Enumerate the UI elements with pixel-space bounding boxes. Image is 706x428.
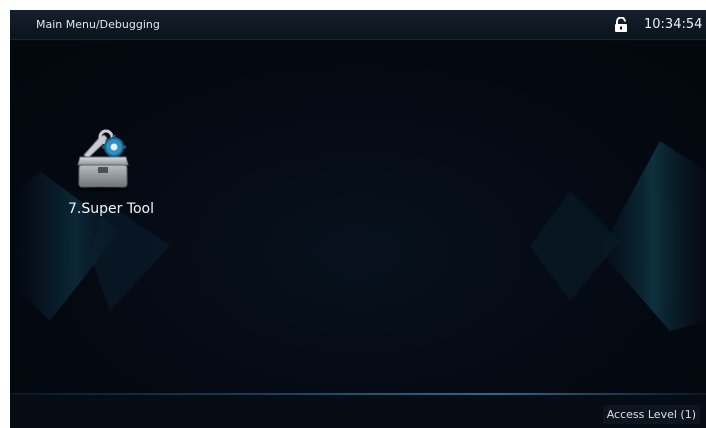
access-level-indicator[interactable]: Access Level (1) [602, 405, 700, 424]
breadcrumb: Main Menu/Debugging [36, 18, 160, 31]
lock-icon[interactable] [614, 16, 628, 33]
top-bar: Main Menu/Debugging 10:34:54 [10, 10, 706, 40]
clock: 10:34:54 [644, 17, 703, 32]
toolbox-icon [70, 125, 136, 191]
app-label: 7.Super Tool [68, 201, 155, 217]
bottom-bar: Access Level (1) [10, 395, 706, 428]
main-area: 7.Super Tool [10, 41, 706, 393]
super-tool-app[interactable]: 7.Super Tool [58, 125, 170, 245]
decorative-shape-right [530, 141, 706, 331]
hmi-screen: Main Menu/Debugging 10:34:54 7.Super Too… [10, 10, 706, 428]
